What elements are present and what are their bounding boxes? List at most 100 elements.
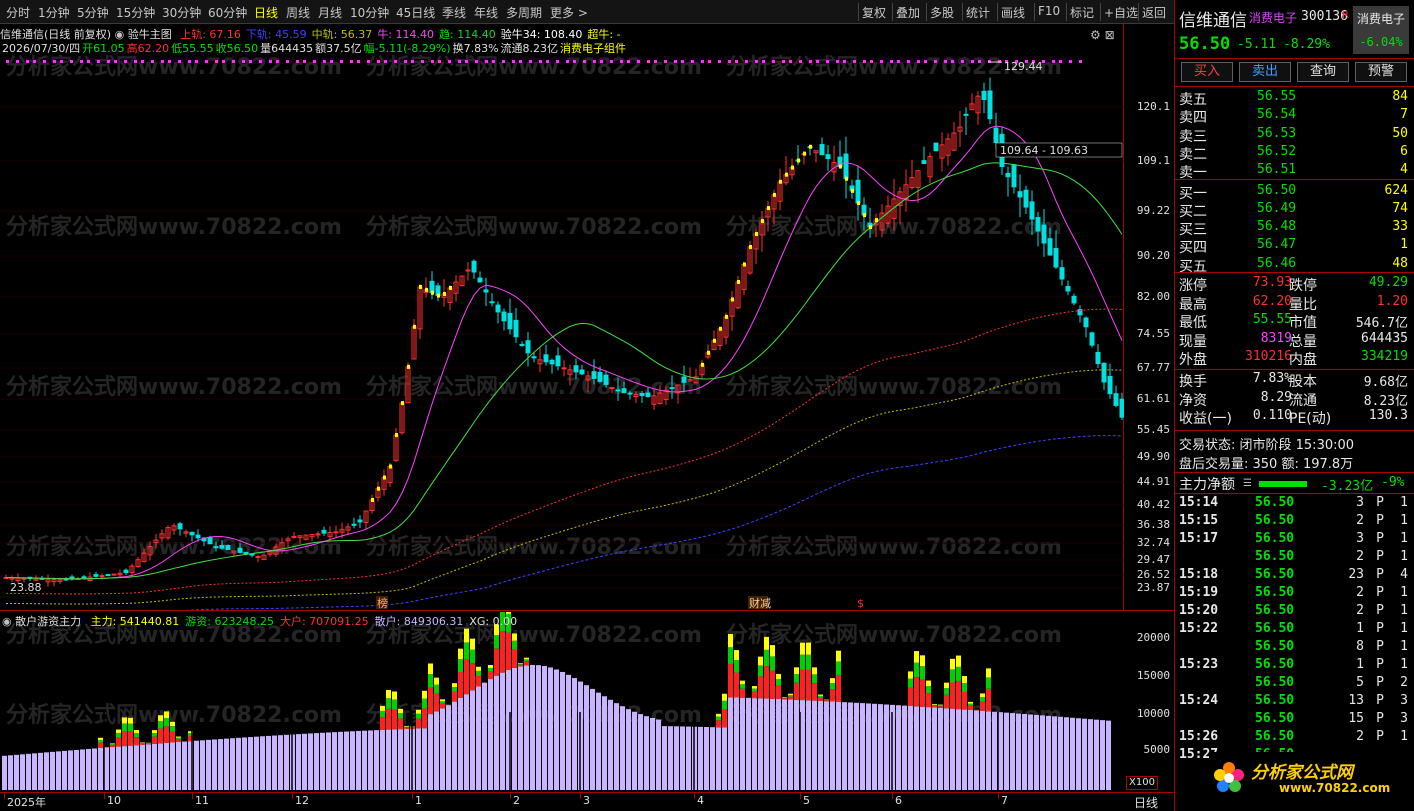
period-tab[interactable]: 1分钟 <box>38 4 70 21</box>
buy-button[interactable]: 买入 <box>1181 62 1233 82</box>
sub-legend: ◉ 散户游资主力 主力: 541440.81 游资: 623248.25 大户: 7… <box>2 613 517 629</box>
order-book-row[interactable]: 买一 56.50 624 <box>1179 183 1408 202</box>
logo-text: 分析家公式网 <box>1251 763 1353 783</box>
bar-info-item: 幅-5.11(-8.29%) <box>363 42 451 55</box>
stat-label: 市值 <box>1289 315 1317 331</box>
tick-price: 56.50 <box>1255 513 1295 528</box>
event-marker[interactable]: $ <box>857 597 864 610</box>
price-change: -5.11 <box>1237 37 1277 52</box>
order-book-row[interactable]: 卖三 56.53 50 <box>1179 126 1408 145</box>
sub-title[interactable]: 散户游资主力 <box>15 615 81 628</box>
toolbar-button[interactable]: 标记 <box>1070 4 1094 21</box>
period-tab[interactable]: 年线 <box>474 4 498 21</box>
stock-sector[interactable]: 消费电子 <box>1249 9 1297 26</box>
candle-body <box>933 142 939 152</box>
toolbar-button[interactable]: 返回 <box>1142 4 1166 21</box>
candle-body <box>1065 286 1071 292</box>
bar-info-item: 高62.20 <box>126 42 170 55</box>
tick-price: 56.50 <box>1255 711 1295 726</box>
price-tick: 36.38 <box>1136 518 1170 531</box>
period-tab[interactable]: 15分钟 <box>116 4 155 21</box>
order-book-row[interactable]: 卖五 56.55 84 <box>1179 89 1408 108</box>
candle-body <box>1095 351 1101 365</box>
period-tab[interactable]: 日线 <box>254 4 278 21</box>
period-tab[interactable]: 周线 <box>286 4 310 21</box>
order-book-row[interactable]: 卖二 56.52 6 <box>1179 144 1408 163</box>
last-price: 56.50 <box>1179 34 1231 54</box>
period-tab[interactable]: 5分钟 <box>77 4 109 21</box>
candle-body <box>1047 238 1053 256</box>
candle-body <box>525 340 531 354</box>
toolbar-button[interactable]: 叠加 <box>896 4 920 21</box>
price-tick: 67.77 <box>1136 361 1170 374</box>
tick-count: 1 <box>1400 549 1408 564</box>
tick-price: 56.50 <box>1255 675 1295 690</box>
list-icon[interactable]: ☰ <box>1243 478 1252 489</box>
watermark-text: 分析家公式网www.70822.com <box>366 214 702 240</box>
order-book-row[interactable]: 买二 56.49 74 <box>1179 200 1408 220</box>
stat-row: 净资 8.29 流通 8.23亿 <box>1179 390 1408 409</box>
toolbar-button[interactable]: 复权 <box>862 4 886 21</box>
stat-row: 最高 62.20 量比 1.20 <box>1179 294 1408 313</box>
sector-tag[interactable]: 消费电子 -6.04% <box>1353 6 1409 54</box>
date-label: 1 <box>415 794 422 807</box>
sector-tag-name: 消费电子 <box>1356 12 1405 26</box>
toolbar-button[interactable]: 画线 <box>1001 4 1025 21</box>
order-book-row[interactable]: 买五 56.46 48 <box>1179 256 1408 275</box>
period-tab[interactable]: 季线 <box>442 4 466 21</box>
candle-body <box>1017 191 1023 198</box>
toolbar-button[interactable]: +自选 <box>1104 4 1138 21</box>
order-book-row[interactable]: 卖四 56.54 7 <box>1179 107 1408 126</box>
candle-body <box>477 277 483 283</box>
panel-divider <box>0 610 1174 611</box>
candle-body <box>681 376 687 383</box>
event-marker[interactable]: 财减 <box>749 596 771 610</box>
level-price: 56.48 <box>1257 219 1297 235</box>
order-book-row[interactable]: 买三 56.48 33 <box>1179 219 1408 238</box>
sell-button[interactable]: 卖出 <box>1239 62 1291 82</box>
period-tab[interactable]: 更多 > <box>550 4 588 21</box>
period-tab[interactable]: 分时 <box>6 4 30 21</box>
price-tick: 61.61 <box>1136 392 1170 405</box>
order-book-row[interactable]: 买四 56.47 1 <box>1179 237 1408 256</box>
chart-window-controls[interactable]: ⚙ ⊠ <box>1090 28 1115 42</box>
tick-side: P <box>1376 567 1384 582</box>
period-tab[interactable]: 多周期 <box>506 4 542 21</box>
kline-chart-svg[interactable]: 分析家公式网www.70822.com 分析家公式网www.70822.com 分析… <box>0 24 1125 720</box>
period-tab[interactable]: 60分钟 <box>208 4 247 21</box>
tick-count: 1 <box>1400 639 1408 654</box>
period-label[interactable]: 日线 <box>1134 794 1158 811</box>
level-volume: 74 <box>1392 200 1408 216</box>
level-price: 56.47 <box>1257 237 1297 253</box>
toolbar-separator <box>858 3 859 21</box>
toolbar-button[interactable]: 多股 <box>930 4 954 21</box>
date-label: 7 <box>1001 794 1008 807</box>
sub-toggle-icon[interactable]: ◉ <box>2 615 12 628</box>
tick-price: 56.50 <box>1255 567 1295 582</box>
candle-body <box>177 523 183 530</box>
alert-button[interactable]: 预警 <box>1355 62 1407 82</box>
period-tab[interactable]: 月线 <box>318 4 342 21</box>
period-tab[interactable]: 10分钟 <box>350 4 389 21</box>
tick-row: 15:19 56.50 2 P 1 <box>1179 585 1408 603</box>
settings-icon[interactable]: ⚙ <box>1090 28 1101 42</box>
bar-info-item: 开61.05 <box>82 42 125 55</box>
fund-flow-svg[interactable]: 分析家公式网www.70822.com 分析家公式网www.70822.com 分析… <box>0 593 1124 792</box>
kline-chart-area[interactable]: 分析家公式网www.70822.com 分析家公式网www.70822.com 分析… <box>0 24 1125 720</box>
candle-body <box>1071 295 1077 304</box>
tick-price: 56.50 <box>1255 657 1295 672</box>
order-book-row[interactable]: 卖一 56.51 4 <box>1179 162 1408 181</box>
toolbar-button[interactable]: 统计 <box>966 4 990 21</box>
event-marker[interactable]: 榜 <box>377 596 388 610</box>
close-icon[interactable]: ⊠ <box>1105 28 1115 42</box>
query-button[interactable]: 查询 <box>1297 62 1349 82</box>
period-tab[interactable]: 30分钟 <box>162 4 201 21</box>
stat-row: 收益(一) 0.110 PE(动) 130.3 <box>1179 408 1408 427</box>
tick-volume: 13 <box>1348 693 1364 708</box>
tick-count: 4 <box>1400 567 1408 582</box>
tick-row: 56.50 2 P 1 <box>1179 549 1408 567</box>
toolbar-button[interactable]: F10 <box>1038 4 1060 18</box>
candle-body <box>1101 362 1107 383</box>
period-tab[interactable]: 45日线 <box>396 4 435 21</box>
fund-flow-chart-area[interactable]: 分析家公式网www.70822.com 分析家公式网www.70822.com 分析… <box>0 593 1124 792</box>
